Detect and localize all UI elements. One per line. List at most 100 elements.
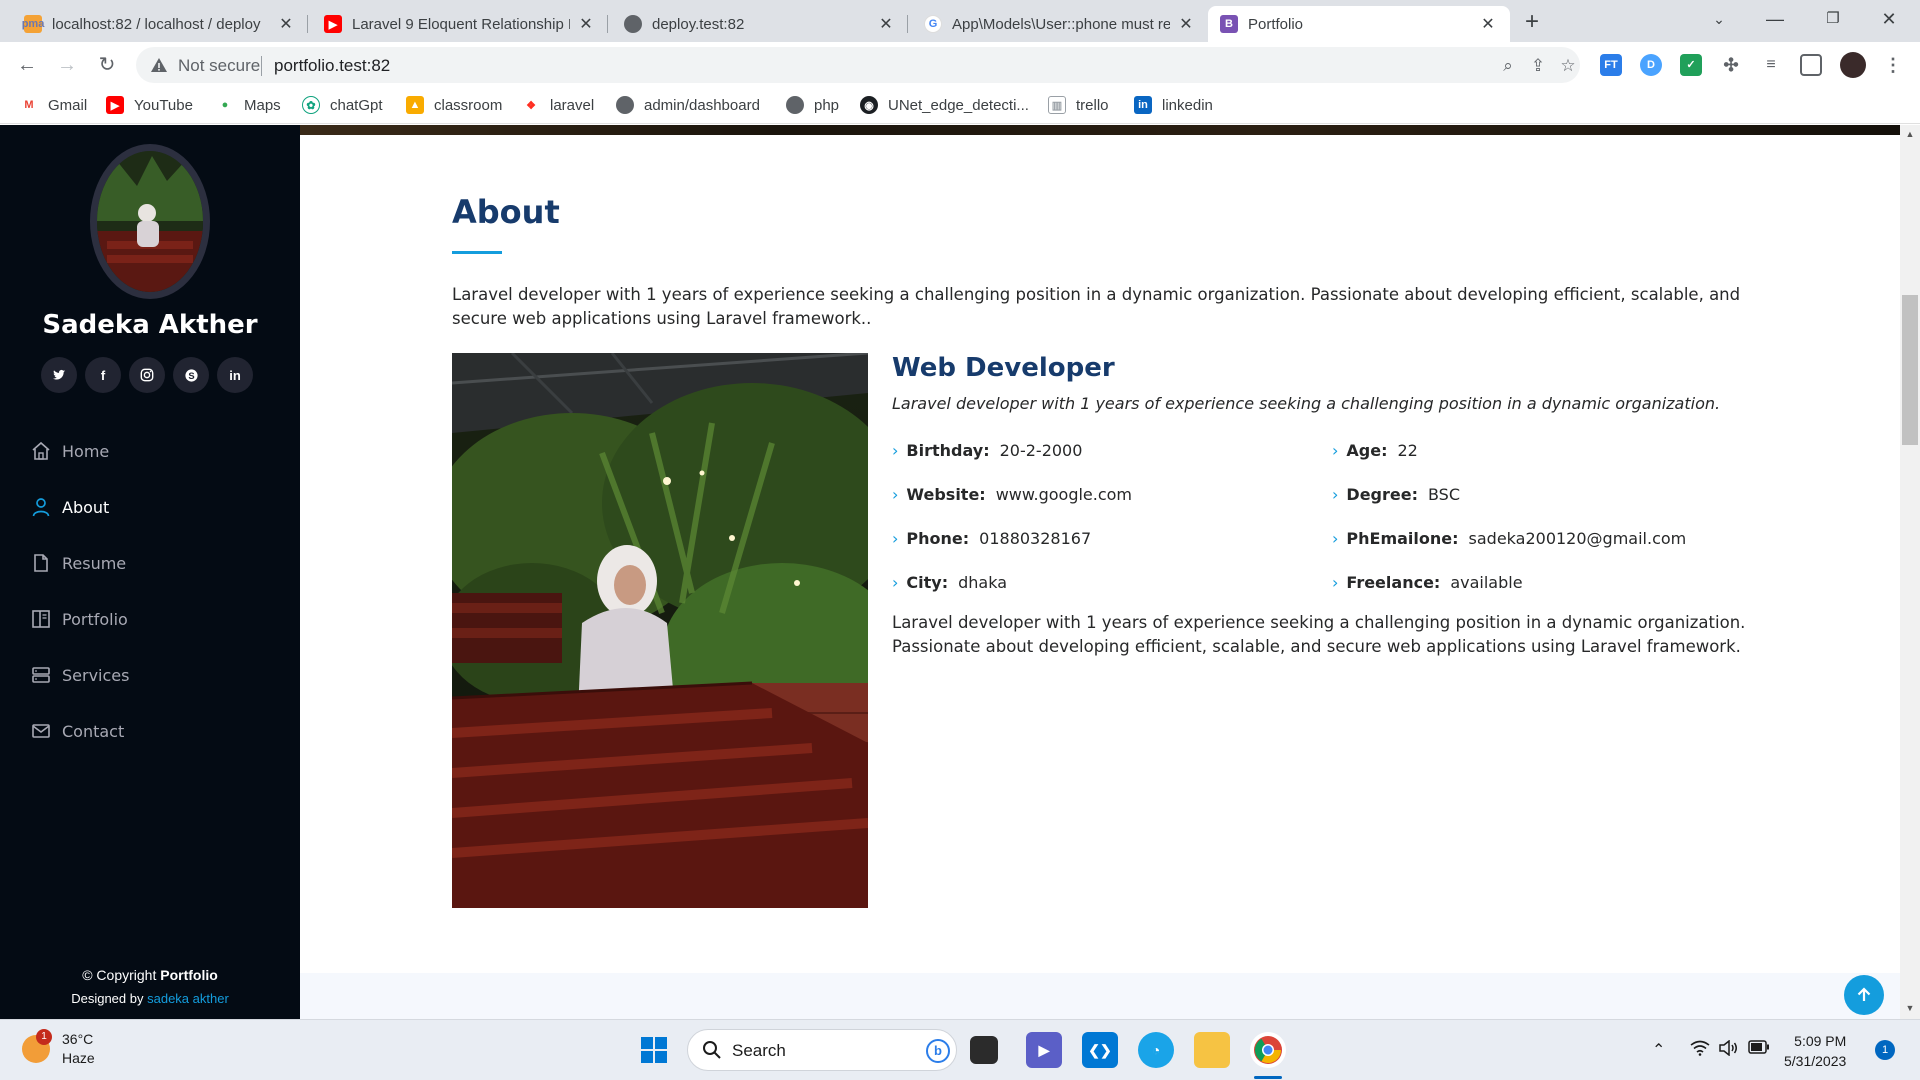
battery-icon[interactable] xyxy=(1748,1040,1770,1059)
close-icon[interactable]: ✕ xyxy=(1478,14,1498,34)
browser-tab-active[interactable]: B Portfolio ✕ xyxy=(1208,6,1510,42)
wifi-icon[interactable] xyxy=(1690,1040,1710,1061)
designer-link[interactable]: sadeka akther xyxy=(147,991,229,1006)
sidebar-item-contact[interactable]: Contact xyxy=(30,703,129,759)
notification-badge[interactable]: 1 xyxy=(1875,1040,1895,1060)
clock-date: 5/31/2023 xyxy=(1784,1053,1847,1069)
tab-title: deploy.test:82 xyxy=(652,15,745,33)
restore-icon[interactable]: ❐ xyxy=(1810,0,1856,40)
skype-icon[interactable]: S xyxy=(173,357,209,393)
chevron-right-icon: › xyxy=(1332,573,1339,592)
close-icon[interactable]: ✕ xyxy=(576,14,596,34)
vscode-icon[interactable]: ❮❯ xyxy=(1082,1032,1118,1068)
sidebar-item-about[interactable]: About xyxy=(30,479,129,535)
bookmark-label: trello xyxy=(1076,96,1109,114)
bookmark-item[interactable]: ❖ laravel xyxy=(522,96,594,114)
bookmark-item[interactable]: ▲ classroom xyxy=(406,96,502,114)
minimize-icon[interactable]: — xyxy=(1752,0,1798,40)
extension-icon[interactable]: D xyxy=(1640,54,1662,76)
bookmark-item[interactable]: ▶ YouTube xyxy=(106,96,193,114)
back-icon[interactable]: ← xyxy=(12,50,42,80)
scroll-down-icon[interactable]: ▼ xyxy=(1900,1003,1920,1013)
bookmark-item[interactable]: php xyxy=(786,96,839,114)
bookmark-item[interactable]: in linkedin xyxy=(1134,96,1213,114)
fact-label: Degree: xyxy=(1346,485,1418,504)
about-description: Laravel developer with 1 years of experi… xyxy=(892,613,1746,656)
reload-icon[interactable]: ↻ xyxy=(92,50,122,80)
person-icon xyxy=(30,496,52,518)
extension-icon[interactable]: FT xyxy=(1600,54,1622,76)
puzzle-icon[interactable]: ✣ xyxy=(1720,54,1742,76)
weather-widget[interactable]: 1 36°C Haze xyxy=(22,1029,95,1068)
tab-search-icon[interactable]: ⌄ xyxy=(1696,0,1742,40)
globe-icon xyxy=(786,96,804,114)
scroll-up-icon[interactable]: ▲ xyxy=(1900,129,1920,139)
close-icon[interactable]: ✕ xyxy=(276,14,296,34)
weather-sun-icon: 1 xyxy=(22,1029,52,1063)
share-icon[interactable]: ⇪ xyxy=(1528,56,1548,76)
address-bar[interactable]: Not secure portfolio.test:82 ⌕ ⇪ ☆ xyxy=(136,47,1580,83)
page-scrollbar[interactable]: ▲ ▼ xyxy=(1900,125,1920,1019)
sidebar-item-services[interactable]: Services xyxy=(30,647,129,703)
close-window-icon[interactable]: ✕ xyxy=(1866,0,1912,40)
google-icon: G xyxy=(924,15,942,33)
sidebar-item-resume[interactable]: Resume xyxy=(30,535,129,591)
shield-icon[interactable]: ✓ xyxy=(1680,54,1702,76)
bing-icon[interactable]: b xyxy=(926,1039,950,1063)
file-explorer-icon[interactable] xyxy=(1194,1032,1230,1068)
bookmark-item[interactable]: M Gmail xyxy=(20,96,87,114)
bookmark-item[interactable]: ◉ UNet_edge_detecti... xyxy=(860,96,1029,114)
browser-tab[interactable]: deploy.test:82 ✕ xyxy=(612,6,908,42)
sidebar-item-label: Home xyxy=(62,441,110,461)
task-view-icon[interactable] xyxy=(970,1036,998,1064)
system-clock[interactable]: 5:09 PM 5/31/2023 xyxy=(1784,1031,1846,1071)
new-tab-icon[interactable]: + xyxy=(1518,8,1546,36)
twitter-icon[interactable] xyxy=(41,357,77,393)
security-label[interactable]: Not secure xyxy=(178,56,260,76)
browser-tab[interactable]: ▶ Laravel 9 Eloquent Relationship B ✕ xyxy=(312,6,608,42)
sidebar-item-portfolio[interactable]: Portfolio xyxy=(30,591,129,647)
volume-icon[interactable] xyxy=(1718,1039,1738,1061)
about-intro: Laravel developer with 1 years of experi… xyxy=(452,285,1741,328)
instagram-icon[interactable] xyxy=(129,357,165,393)
bookmark-label: Gmail xyxy=(48,96,88,114)
about-section: About Laravel developer with 1 years of … xyxy=(300,135,1900,1019)
zoom-icon[interactable]: ⌕ xyxy=(1498,56,1518,76)
scrollbar-thumb[interactable] xyxy=(1902,295,1918,445)
bookmark-item[interactable]: ✿ chatGpt xyxy=(302,96,383,114)
close-icon[interactable]: ✕ xyxy=(1176,14,1196,34)
bookmark-item[interactable]: admin/dashboard xyxy=(616,96,760,114)
profile-photo-large xyxy=(452,353,868,908)
bookmark-item[interactable]: ● Maps xyxy=(216,96,281,114)
chevron-up-icon[interactable]: ⌃ xyxy=(1652,1040,1665,1060)
side-panel-icon[interactable] xyxy=(1800,54,1822,76)
bookmark-item[interactable]: ▥ trello xyxy=(1048,96,1109,114)
fact-label: Birthday: xyxy=(906,441,990,460)
forward-icon[interactable]: → xyxy=(52,50,82,80)
search-label: Search xyxy=(732,1041,786,1060)
app-icon[interactable]: ◔ xyxy=(1138,1032,1174,1068)
facebook-icon[interactable]: f xyxy=(85,357,121,393)
globe-icon xyxy=(624,15,642,33)
close-icon[interactable]: ✕ xyxy=(876,14,896,34)
url-text[interactable]: portfolio.test:82 xyxy=(274,56,390,76)
browser-tab[interactable]: pma localhost:82 / localhost / deploy ✕ xyxy=(12,6,308,42)
media-icon[interactable]: ≡ xyxy=(1760,54,1782,76)
back-to-top-button[interactable] xyxy=(1844,975,1884,1015)
sidebar-item-home[interactable]: Home xyxy=(30,423,129,479)
fact-value: 22 xyxy=(1397,441,1418,460)
bookmark-star-icon[interactable]: ☆ xyxy=(1558,56,1578,76)
profile-avatar[interactable] xyxy=(1840,52,1866,78)
chevron-right-icon: › xyxy=(892,485,899,504)
svg-text:S: S xyxy=(188,370,194,380)
book-icon xyxy=(30,608,52,630)
windows-start-icon[interactable] xyxy=(636,1032,672,1068)
linkedin-icon[interactable]: in xyxy=(217,357,253,393)
teams-icon[interactable]: ▶ xyxy=(1026,1032,1062,1068)
chrome-icon[interactable] xyxy=(1250,1032,1286,1068)
copyright: © Copyright Portfolio xyxy=(0,963,300,987)
taskbar-search[interactable]: Search b xyxy=(687,1029,957,1071)
browser-tab[interactable]: G App\Models\User::phone must re ✕ xyxy=(912,6,1208,42)
menu-dots-icon[interactable]: ⋮ xyxy=(1882,54,1904,76)
weather-badge: 1 xyxy=(36,1029,52,1045)
